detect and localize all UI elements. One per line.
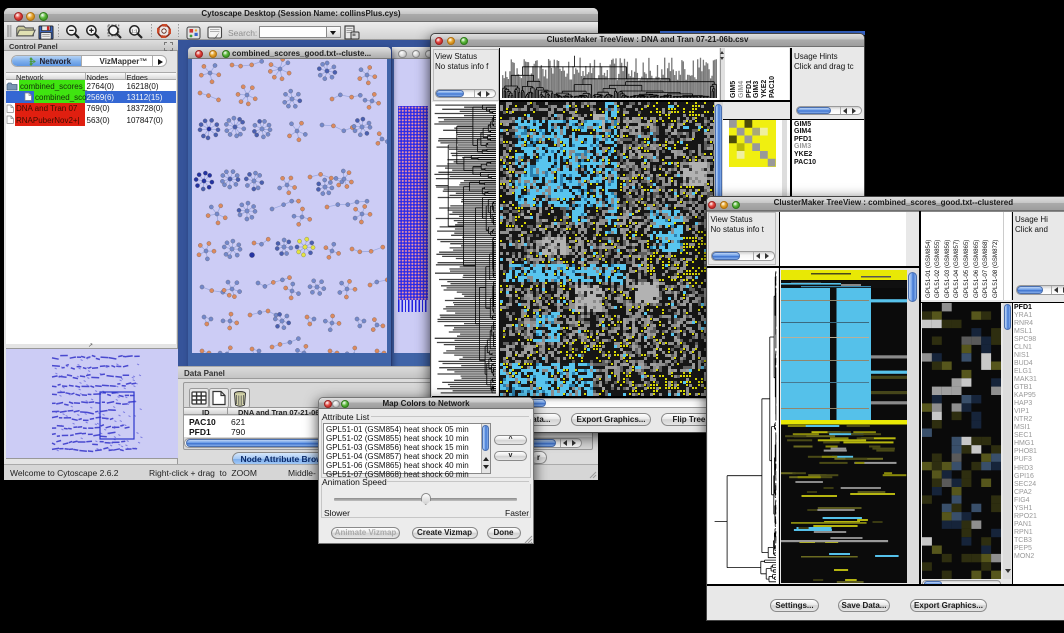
svg-text:1:1: 1:1 xyxy=(131,28,138,33)
